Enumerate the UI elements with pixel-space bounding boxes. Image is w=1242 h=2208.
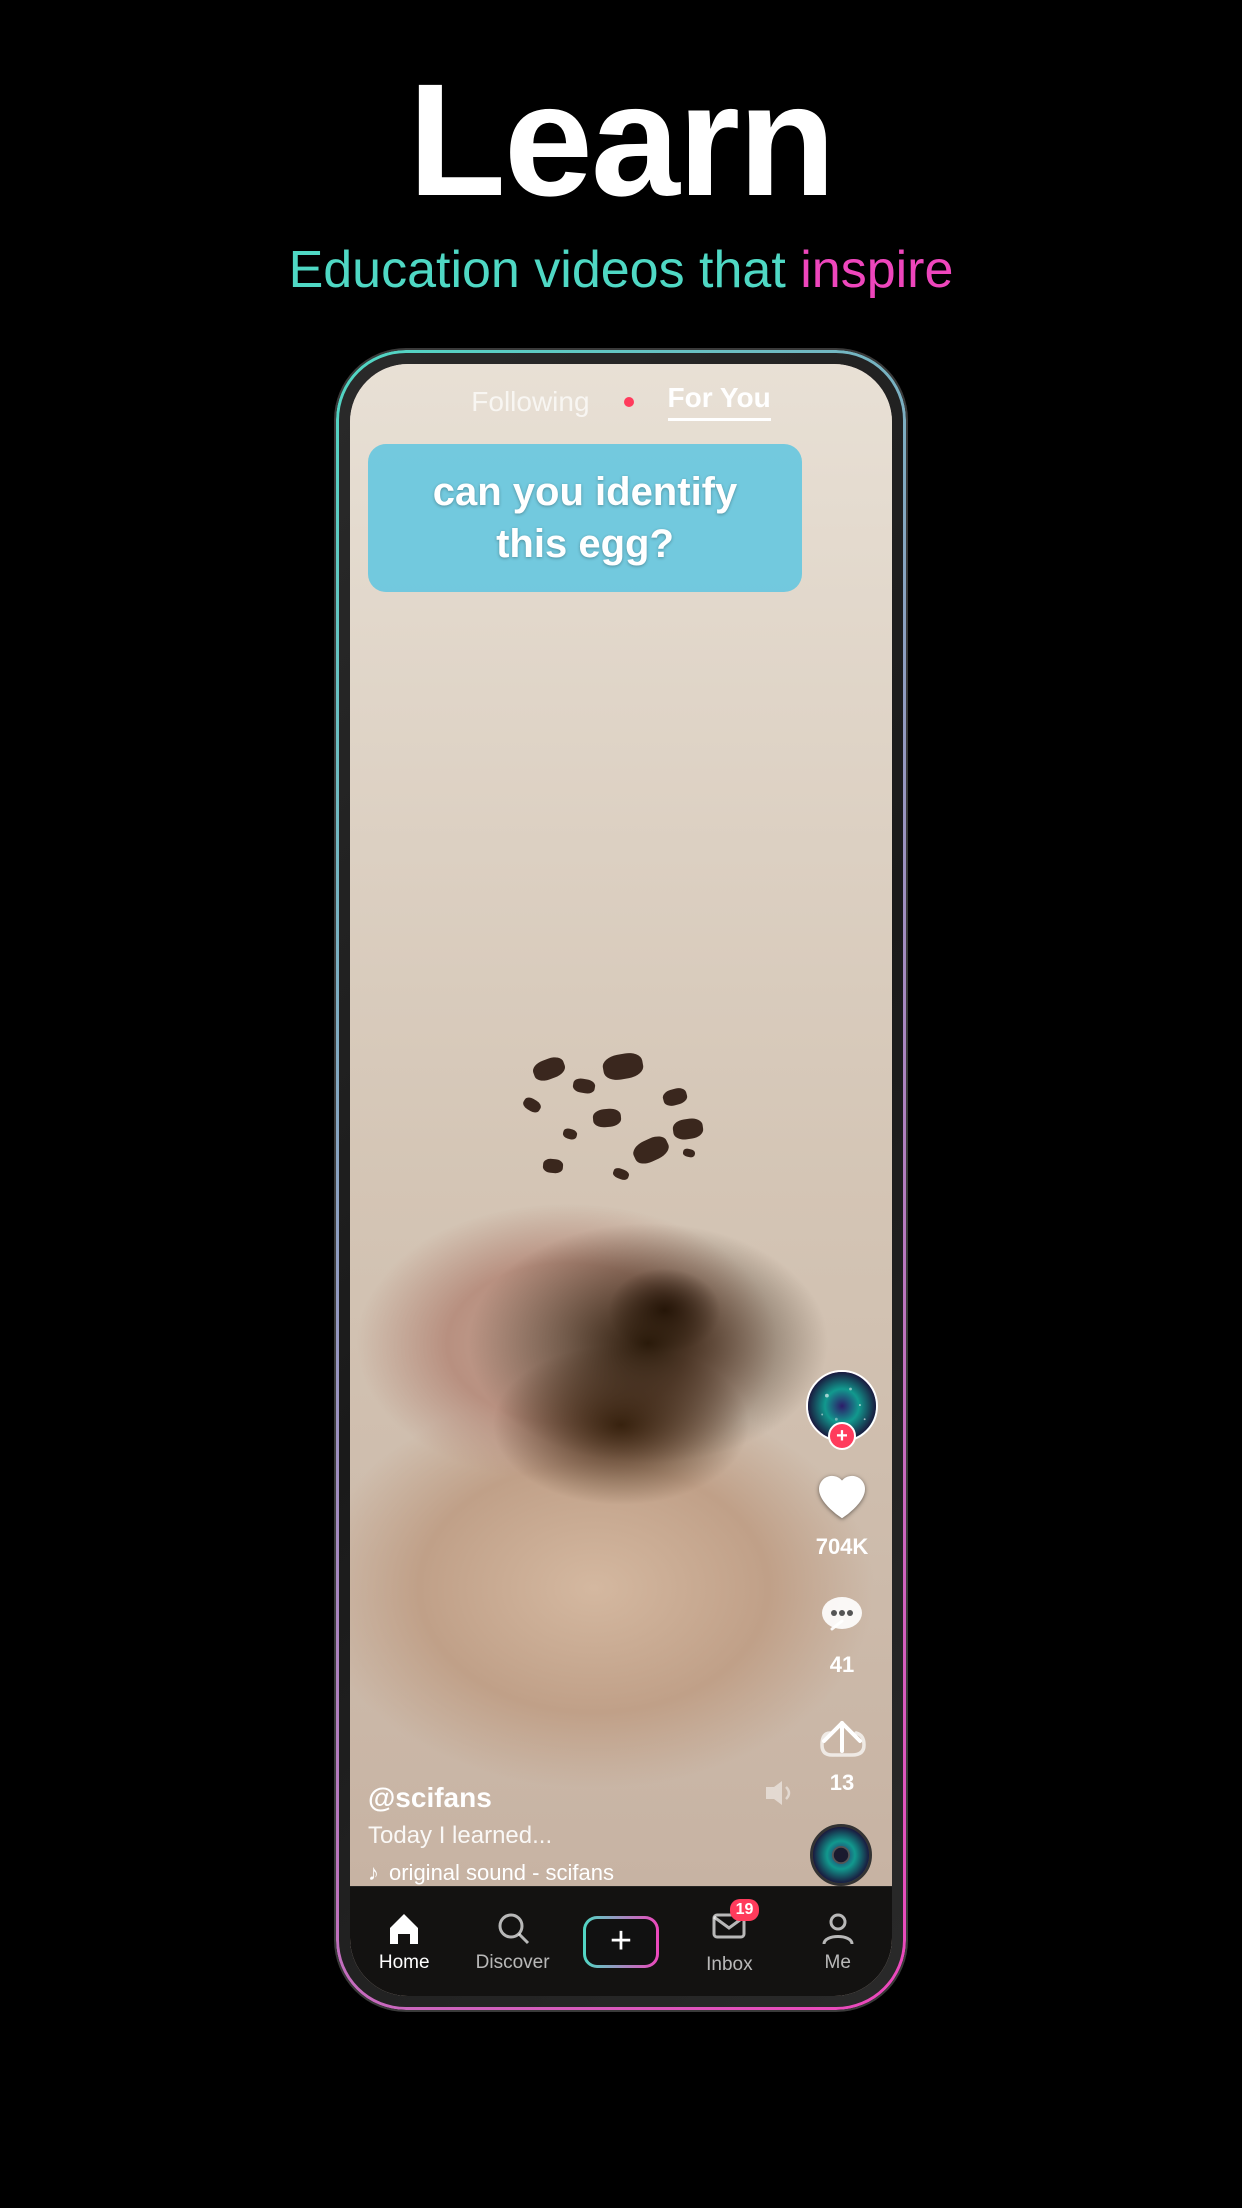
phone-screen: Following For You can you identify this … [350,364,892,1996]
follow-plus-button[interactable]: + [828,1422,856,1450]
learn-title: Learn [0,60,1242,220]
inbox-badge-count: 19 [730,1899,760,1921]
promo-header: Learn Education videos that inspire [0,0,1242,350]
nav-me[interactable]: Me [798,1910,878,1974]
music-row[interactable]: ♪ original sound - scifans [368,1860,802,1886]
share-count: 13 [830,1770,854,1796]
nav-discover[interactable]: Discover [473,1910,553,1974]
comment-count: 41 [830,1652,854,1678]
music-title: original sound - scifans [389,1860,614,1886]
nav-home[interactable]: Home [364,1910,444,1974]
caption-text: can you identify this egg? [396,466,774,570]
music-disc[interactable] [810,1824,872,1886]
caption-bubble: can you identify this egg? [368,444,802,592]
like-button[interactable]: 704K [811,1466,873,1560]
home-label: Home [379,1952,430,1974]
nav-inbox[interactable]: 19 Inbox [689,1907,769,1976]
share-icon [811,1702,873,1764]
music-note-icon: ♪ [368,1860,379,1886]
comment-icon [811,1584,873,1646]
subtitle-plain: Education videos that [289,241,801,299]
inbox-badge-container: 19 [711,1907,747,1948]
share-button[interactable]: 13 [811,1702,873,1796]
plus-icon: + [586,1919,656,1965]
following-tab[interactable]: Following [471,386,589,418]
subtitle: Education videos that inspire [0,240,1242,300]
phone-mockup: Following For You can you identify this … [336,350,906,2010]
like-count: 704K [816,1534,869,1560]
egg-visual [513,1049,713,1209]
me-label: Me [825,1952,851,1974]
right-actions: + 704K [806,1370,878,1796]
creator-avatar-container[interactable]: + [806,1370,878,1442]
create-button[interactable]: + [583,1916,659,1968]
nav-create[interactable]: + [581,1916,661,1968]
discover-label: Discover [476,1952,550,1974]
for-you-tab[interactable]: For You [668,382,771,421]
video-description: Today I learned... [368,1822,802,1850]
video-info: @scifans Today I learned... ♪ original s… [368,1782,802,1886]
bottom-nav: Home Discover + [350,1886,892,1996]
inbox-label: Inbox [706,1954,752,1976]
comment-button[interactable]: 41 [811,1584,873,1678]
video-nav-bar: Following For You [350,364,892,421]
nav-dot [624,397,634,407]
creator-username[interactable]: @scifans [368,1782,802,1814]
subtitle-highlight: inspire [800,241,953,299]
heart-icon [811,1466,873,1528]
video-area[interactable]: Following For You can you identify this … [350,364,892,1996]
disc-visual [810,1824,872,1886]
